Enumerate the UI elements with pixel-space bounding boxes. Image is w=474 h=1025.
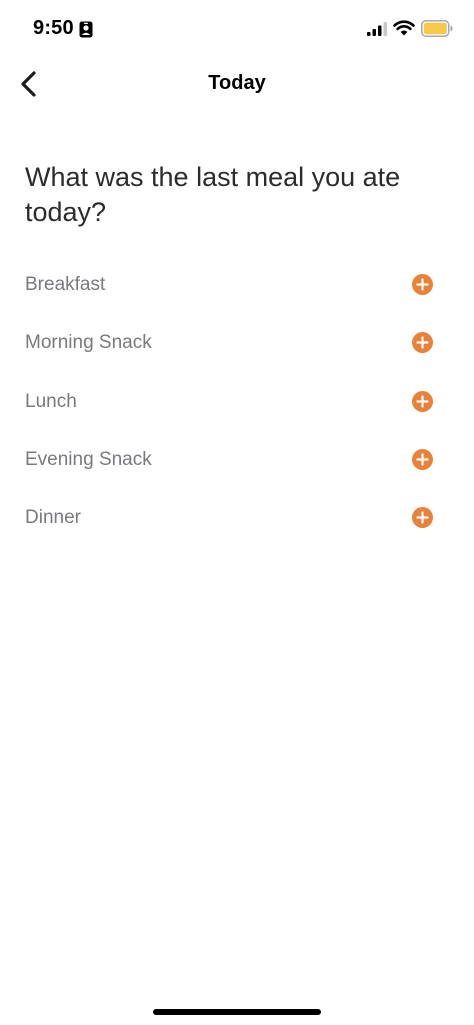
meal-label: Dinner: [25, 507, 81, 529]
wifi-icon: [393, 20, 415, 36]
meal-label: Evening Snack: [25, 448, 152, 470]
page-title: Today: [208, 72, 266, 94]
meal-label: Lunch: [25, 390, 77, 412]
plus-circle-icon[interactable]: [412, 448, 433, 470]
meal-list: Breakfast Morning Snack Lunch Evening Sn…: [0, 256, 474, 547]
plus-circle-icon[interactable]: [412, 332, 433, 354]
question-heading: What was the last meal you ate today?: [25, 162, 401, 227]
plus-circle-icon[interactable]: [412, 274, 433, 295]
meal-item-breakfast[interactable]: Breakfast: [0, 256, 474, 314]
meal-item-lunch[interactable]: Lunch: [0, 373, 474, 431]
status-time: 9:50: [33, 17, 74, 39]
meal-item-evening-snack[interactable]: Evening Snack: [0, 431, 474, 489]
cellular-signal-icon: [367, 22, 387, 36]
home-indicator[interactable]: [153, 1009, 321, 1015]
plus-circle-icon[interactable]: [412, 507, 433, 529]
meal-label: Breakfast: [25, 274, 106, 295]
status-bar: 9:50: [0, 0, 474, 60]
meal-item-dinner[interactable]: Dinner: [0, 489, 474, 547]
plus-circle-icon[interactable]: [412, 390, 433, 412]
battery-icon: [421, 20, 453, 37]
meal-label: Morning Snack: [25, 332, 152, 354]
navigation-bar: Today: [0, 60, 474, 108]
contact-card-icon: [79, 21, 93, 38]
meal-item-morning-snack[interactable]: Morning Snack: [0, 314, 474, 372]
